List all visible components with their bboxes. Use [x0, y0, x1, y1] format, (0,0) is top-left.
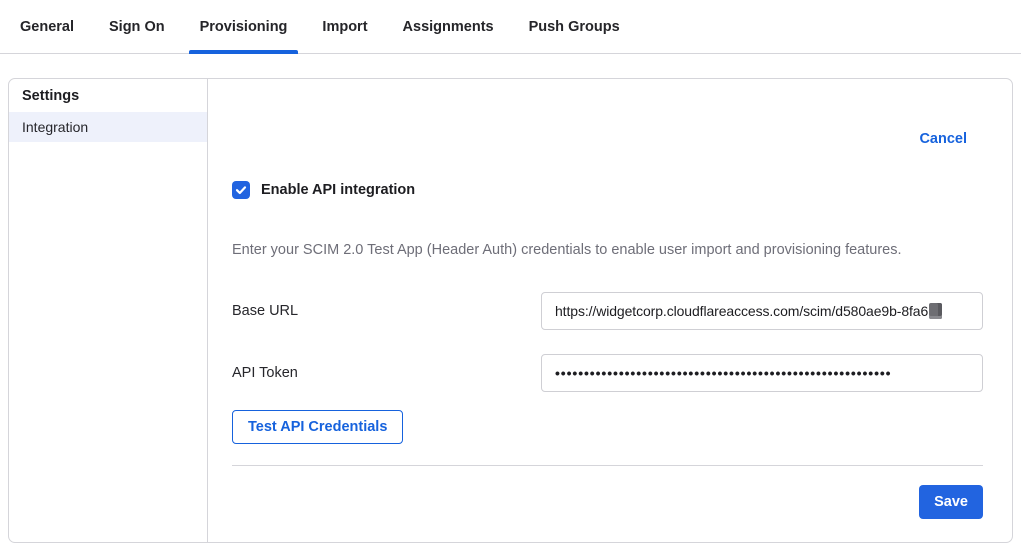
base-url-label: Base URL [232, 303, 541, 319]
tab-sign-on[interactable]: Sign On [98, 0, 176, 53]
provisioning-page: General Sign On Provisioning Import Assi… [0, 0, 1021, 553]
api-token-masked-value: ••••••••••••••••••••••••••••••••••••••••… [555, 365, 891, 381]
enable-api-checkbox[interactable] [232, 181, 250, 199]
test-credentials-row: Test API Credentials [232, 410, 983, 444]
base-url-input[interactable]: https://widgetcorp.cloudflareaccess.com/… [541, 292, 983, 330]
integration-settings-content: Cancel Enable API integration Enter your… [208, 79, 1012, 542]
input-overflow-indicator [929, 303, 942, 319]
test-api-credentials-button[interactable]: Test API Credentials [232, 410, 403, 444]
credentials-description: Enter your SCIM 2.0 Test App (Header Aut… [232, 241, 983, 259]
tab-push-groups[interactable]: Push Groups [518, 0, 631, 53]
tab-import[interactable]: Import [311, 0, 378, 53]
save-button[interactable]: Save [919, 485, 983, 519]
api-token-label: API Token [232, 365, 541, 381]
base-url-row: Base URL https://widgetcorp.cloudflareac… [232, 292, 983, 330]
enable-api-row: Enable API integration [232, 180, 983, 200]
tab-general[interactable]: General [9, 0, 85, 53]
enable-api-label: Enable API integration [261, 182, 415, 198]
sidebar-item-integration[interactable]: Integration [9, 112, 207, 142]
footer-divider [232, 465, 983, 466]
api-token-row: API Token ••••••••••••••••••••••••••••••… [232, 354, 983, 392]
checkmark-icon [235, 184, 247, 196]
cancel-row: Cancel [232, 131, 983, 149]
tab-assignments[interactable]: Assignments [392, 0, 505, 53]
main-panel: Settings Integration Cancel Enable API i… [8, 78, 1013, 543]
sidebar-header-settings: Settings [22, 88, 207, 104]
tab-provisioning[interactable]: Provisioning [189, 0, 299, 53]
tab-bar: General Sign On Provisioning Import Assi… [0, 0, 1021, 54]
base-url-value: https://widgetcorp.cloudflareaccess.com/… [555, 303, 928, 319]
settings-sidebar: Settings Integration [9, 79, 208, 542]
api-token-input[interactable]: ••••••••••••••••••••••••••••••••••••••••… [541, 354, 983, 392]
cancel-link[interactable]: Cancel [919, 131, 967, 149]
save-row: Save [232, 485, 983, 519]
